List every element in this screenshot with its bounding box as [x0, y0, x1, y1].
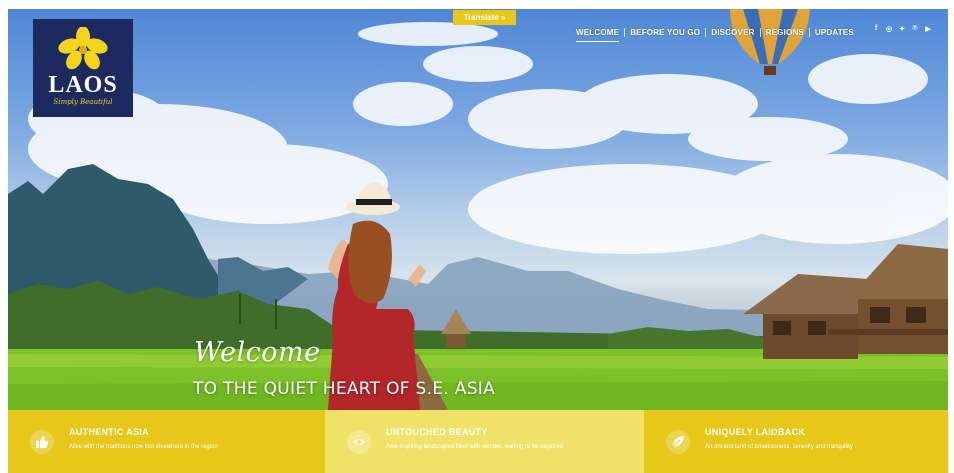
feature-description: Alive with the traditions now lost elsew… [69, 444, 218, 450]
thumbs-up-icon [30, 430, 54, 454]
nav-item-updates[interactable]: UPDATES [810, 28, 859, 37]
frangipani-flower-icon [58, 27, 108, 70]
nav-item-before-you-go[interactable]: BEFORE YOU GO [625, 28, 705, 37]
feature-title: UNIQUELY LAIDBACK [705, 427, 806, 437]
feature-description: Awe-inspiring landscapes filled with won… [386, 444, 563, 450]
feature-description: An ancient land of timelessness, serenit… [705, 444, 853, 450]
main-nav: WELCOME BEFORE YOU GO DISCOVER REGIONS U… [576, 25, 859, 42]
twitter-icon[interactable]: ✦ [898, 25, 906, 33]
feature-title: UNTOUCHED BEAUTY [386, 427, 488, 437]
pinterest-icon[interactable]: ℗ [911, 25, 919, 33]
nav-item-welcome[interactable]: WELCOME [576, 28, 624, 42]
eye-icon [347, 430, 371, 454]
bungalows [743, 244, 948, 359]
instagram-icon[interactable]: ◎ [885, 25, 893, 33]
facebook-icon[interactable]: f [872, 25, 880, 33]
hero-scene-image [8, 9, 948, 410]
logo-wordmark: LAOS [48, 72, 118, 98]
laos-logo[interactable]: LAOS Simply Beautiful [33, 19, 133, 117]
logo-tagline: Simply Beautiful [53, 98, 113, 106]
feature-uniquely-laidback[interactable]: UNIQUELY LAIDBACK An ancient land of tim… [644, 410, 948, 473]
nav-item-regions[interactable]: REGIONS [761, 28, 809, 37]
hero-tagline: TO THE QUIET HEART OF S.E. ASIA [193, 379, 496, 399]
feature-untouched-beauty[interactable]: UNTOUCHED BEAUTY Awe-inspiring landscape… [325, 410, 644, 473]
feature-authentic-asia[interactable]: AUTHENTIC ASIA Alive with the traditions… [8, 410, 325, 473]
hero-banner: LAOS Simply Beautiful Welcome TO THE QUI… [8, 9, 948, 410]
page: LAOS Simply Beautiful Welcome TO THE QUI… [0, 0, 954, 473]
youtube-icon[interactable]: ▶ [924, 25, 932, 33]
translate-button[interactable]: Translate » [453, 10, 516, 25]
nav-item-discover[interactable]: DISCOVER [706, 28, 759, 37]
social-links: f ◎ ✦ ℗ ▶ [872, 25, 932, 33]
hot-air-balloon [730, 9, 810, 75]
leaf-icon [666, 430, 690, 454]
hero-welcome-heading: Welcome [194, 337, 321, 368]
feature-bar: AUTHENTIC ASIA Alive with the traditions… [8, 410, 948, 473]
feature-title: AUTHENTIC ASIA [69, 427, 149, 437]
